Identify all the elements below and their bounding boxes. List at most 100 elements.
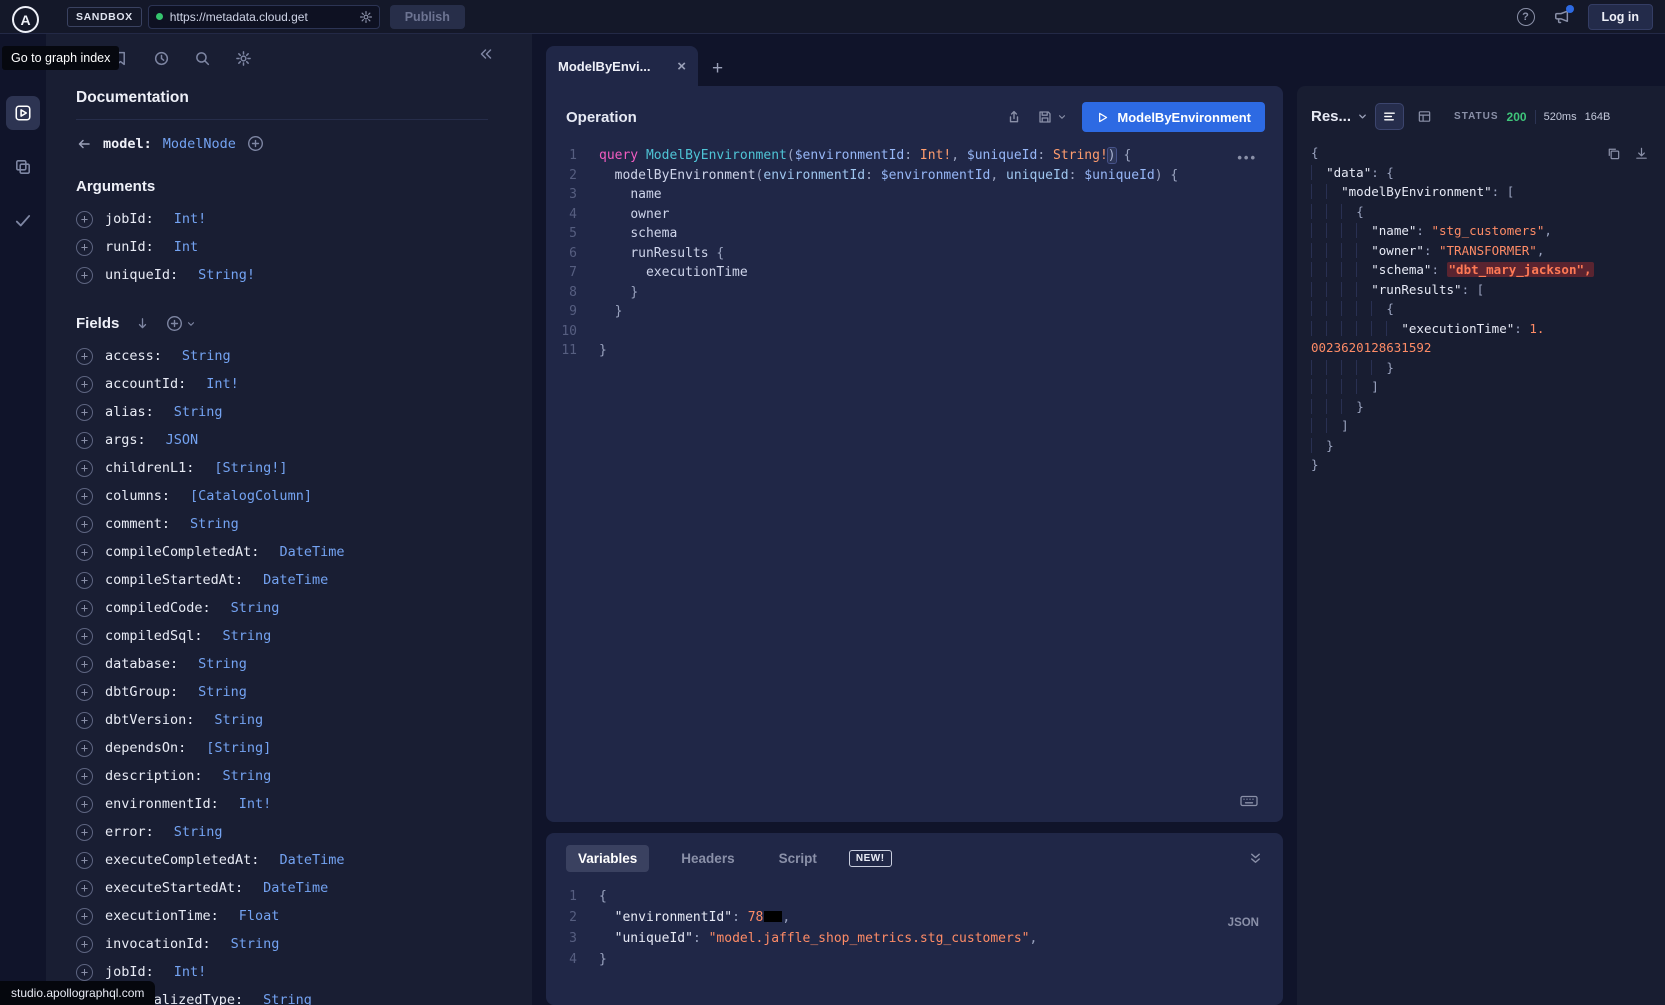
code-line[interactable]: 6 runResults { bbox=[546, 244, 1283, 264]
field-name[interactable]: compiledSql: bbox=[105, 628, 203, 644]
code-line[interactable]: 2 modelByEnvironment(environmentId: $env… bbox=[546, 166, 1283, 186]
add-to-operation-icon[interactable]: + bbox=[76, 824, 93, 841]
publish-button[interactable]: Publish bbox=[390, 5, 465, 29]
save-operation-icon[interactable] bbox=[1037, 109, 1067, 125]
code-line[interactable]: { bbox=[1311, 202, 1659, 222]
code-line[interactable]: "executionTime": 1. bbox=[1311, 319, 1659, 339]
collapse-variables-icon[interactable] bbox=[1248, 851, 1263, 866]
code-line[interactable]: } bbox=[1311, 436, 1659, 456]
field-name[interactable]: executeStartedAt: bbox=[105, 880, 243, 896]
code-line[interactable]: 8 } bbox=[546, 283, 1283, 303]
field-type[interactable]: DateTime bbox=[263, 572, 328, 588]
code-line[interactable]: 4} bbox=[546, 949, 1283, 970]
code-line[interactable]: { bbox=[1311, 299, 1659, 319]
add-to-operation-icon[interactable]: + bbox=[76, 432, 93, 449]
code-line[interactable]: "modelByEnvironment": [ bbox=[1311, 182, 1659, 202]
field-type[interactable]: String bbox=[223, 768, 272, 784]
add-to-operation-icon[interactable]: + bbox=[76, 684, 93, 701]
tab-script[interactable]: Script bbox=[767, 845, 829, 872]
field-type[interactable]: DateTime bbox=[279, 852, 344, 868]
add-to-operation-icon[interactable]: + bbox=[76, 740, 93, 757]
add-to-operation-icon[interactable]: + bbox=[76, 267, 93, 284]
code-line[interactable]: 5 schema bbox=[546, 224, 1283, 244]
code-line[interactable]: 11} bbox=[546, 341, 1283, 361]
field-name[interactable]: invocationId: bbox=[105, 936, 211, 952]
field-name[interactable]: accountId: bbox=[105, 376, 186, 392]
code-line[interactable]: "schema": "dbt_mary_jackson", bbox=[1311, 260, 1659, 280]
collapse-sidebar-icon[interactable] bbox=[478, 46, 494, 62]
settings-gear-icon[interactable] bbox=[235, 50, 252, 67]
back-arrow-icon[interactable] bbox=[76, 136, 92, 152]
field-name[interactable]: dbtGroup: bbox=[105, 684, 178, 700]
add-to-operation-icon[interactable]: + bbox=[76, 460, 93, 477]
schema-nav-icon[interactable] bbox=[6, 150, 40, 184]
add-to-operation-icon[interactable]: + bbox=[76, 376, 93, 393]
field-name[interactable]: columns: bbox=[105, 488, 170, 504]
download-response-icon[interactable] bbox=[1634, 146, 1649, 161]
code-line[interactable]: "name": "stg_customers", bbox=[1311, 221, 1659, 241]
checks-nav-icon[interactable] bbox=[6, 204, 40, 238]
add-to-operation-icon[interactable]: + bbox=[76, 572, 93, 589]
keyboard-shortcuts-icon[interactable] bbox=[1239, 793, 1259, 809]
add-to-operation-icon[interactable]: + bbox=[76, 656, 93, 673]
field-type[interactable]: DateTime bbox=[263, 880, 328, 896]
code-line[interactable]: 2 "environmentId": 78, bbox=[546, 907, 1283, 928]
close-tab-icon[interactable]: × bbox=[677, 59, 686, 74]
field-type[interactable]: Int! bbox=[206, 376, 239, 392]
type-name-link[interactable]: ModelNode bbox=[163, 136, 236, 152]
code-line[interactable]: } bbox=[1311, 397, 1659, 417]
add-to-operation-icon[interactable]: + bbox=[76, 516, 93, 533]
field-name[interactable]: jobId: bbox=[105, 964, 154, 980]
field-type[interactable]: Int! bbox=[239, 796, 272, 812]
add-to-operation-icon[interactable]: + bbox=[76, 712, 93, 729]
field-type[interactable]: String bbox=[223, 628, 272, 644]
field-type[interactable]: String bbox=[182, 348, 231, 364]
code-line[interactable]: "owner": "TRANSFORMER", bbox=[1311, 241, 1659, 261]
share-operation-icon[interactable] bbox=[1006, 109, 1022, 125]
code-line[interactable]: 4 owner bbox=[546, 205, 1283, 225]
code-line[interactable]: ] bbox=[1311, 377, 1659, 397]
table-view-toggle-icon[interactable] bbox=[1411, 104, 1438, 129]
code-line[interactable]: "runResults": [ bbox=[1311, 280, 1659, 300]
field-name[interactable]: description: bbox=[105, 768, 203, 784]
copy-response-icon[interactable] bbox=[1606, 146, 1621, 161]
add-to-operation-icon[interactable]: + bbox=[76, 936, 93, 953]
endpoint-url-input[interactable]: https://metadata.cloud.get bbox=[148, 5, 380, 29]
field-name[interactable]: environmentId: bbox=[105, 796, 219, 812]
endpoint-url-text[interactable]: https://metadata.cloud.get bbox=[170, 10, 353, 24]
add-to-operation-icon[interactable]: + bbox=[76, 964, 93, 981]
code-line[interactable]: 9 } bbox=[546, 302, 1283, 322]
field-name[interactable]: uniqueId: bbox=[105, 267, 178, 283]
field-name[interactable]: database: bbox=[105, 656, 178, 672]
history-icon[interactable] bbox=[153, 50, 170, 67]
field-type[interactable]: String bbox=[174, 404, 223, 420]
field-name[interactable]: executeCompletedAt: bbox=[105, 852, 259, 868]
field-name[interactable]: dependsOn: bbox=[105, 740, 186, 756]
field-type[interactable]: String! bbox=[198, 267, 255, 283]
add-to-operation-icon[interactable]: + bbox=[76, 796, 93, 813]
field-name[interactable]: comment: bbox=[105, 516, 170, 532]
help-icon[interactable]: ? bbox=[1517, 8, 1535, 26]
response-body[interactable]: { "data": { "modelByEnvironment": [ { "n… bbox=[1297, 137, 1665, 475]
add-all-fields-icon[interactable] bbox=[247, 135, 264, 152]
tab-modelbyenvironment[interactable]: ModelByEnvi... × bbox=[546, 46, 698, 86]
code-line[interactable]: 0023620128631592 bbox=[1311, 338, 1659, 358]
field-type[interactable]: String bbox=[263, 992, 312, 1005]
raw-view-toggle-icon[interactable] bbox=[1376, 104, 1403, 129]
field-type[interactable]: String bbox=[198, 656, 247, 672]
run-operation-button[interactable]: ModelByEnvironment bbox=[1082, 102, 1265, 132]
add-to-operation-icon[interactable]: + bbox=[76, 488, 93, 505]
field-name[interactable]: error: bbox=[105, 824, 154, 840]
announcements-megaphone-icon[interactable] bbox=[1553, 8, 1570, 25]
field-type[interactable]: JSON bbox=[166, 432, 199, 448]
field-name[interactable]: compileStartedAt: bbox=[105, 572, 243, 588]
add-to-operation-icon[interactable]: + bbox=[76, 852, 93, 869]
code-line[interactable]: 7 executionTime bbox=[546, 263, 1283, 283]
add-to-operation-icon[interactable]: + bbox=[76, 880, 93, 897]
code-line[interactable]: } bbox=[1311, 455, 1659, 475]
field-name[interactable]: childrenL1: bbox=[105, 460, 194, 476]
field-type[interactable]: Int! bbox=[174, 964, 207, 980]
new-tab-icon[interactable]: + bbox=[712, 59, 723, 78]
field-name[interactable]: compiledCode: bbox=[105, 600, 211, 616]
code-line[interactable]: 1query ModelByEnvironment($environmentId… bbox=[546, 146, 1283, 166]
